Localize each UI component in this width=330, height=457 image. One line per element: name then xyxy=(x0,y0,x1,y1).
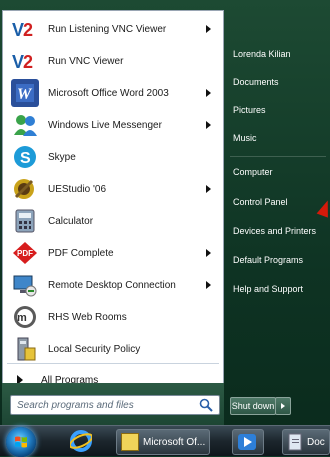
submenu-arrow-icon xyxy=(206,281,211,289)
right-item-label: Control Panel xyxy=(233,197,288,207)
computer-link[interactable]: Computer xyxy=(224,161,330,183)
skype-icon: S xyxy=(11,143,39,171)
program-pdf-complete[interactable]: PDF PDF Complete xyxy=(3,237,223,269)
right-item-label: Music xyxy=(233,133,257,143)
program-label: UEStudio '06 xyxy=(48,183,107,195)
program-remote-desktop-connection[interactable]: Remote Desktop Connection xyxy=(3,269,223,301)
svg-text:m: m xyxy=(17,312,27,324)
right-item-label: Computer xyxy=(233,167,273,177)
program-local-security-policy[interactable]: Local Security Policy xyxy=(3,333,223,365)
right-item-label: Lorenda Kilian xyxy=(233,49,291,59)
right-item-label: Devices and Printers xyxy=(233,226,317,236)
shutdown-options-button[interactable] xyxy=(275,397,291,415)
submenu-arrow-icon xyxy=(206,185,211,193)
word-icon: W xyxy=(11,79,39,107)
shutdown-button[interactable]: Shut down xyxy=(230,397,276,415)
svg-text:W: W xyxy=(17,86,33,103)
uestudio-icon xyxy=(11,175,39,203)
program-label: Windows Live Messenger xyxy=(48,119,162,131)
program-uestudio-06[interactable]: UEStudio '06 xyxy=(3,173,223,205)
program-rhs-web-rooms[interactable]: m RHS Web Rooms xyxy=(3,301,223,333)
word-document-icon xyxy=(121,433,139,451)
divider xyxy=(230,156,326,157)
start-button[interactable] xyxy=(6,427,36,457)
submenu-arrow-icon xyxy=(206,121,211,129)
search-input[interactable] xyxy=(15,397,199,413)
default-programs-link[interactable]: Default Programs xyxy=(224,249,330,271)
right-item-label: Documents xyxy=(233,77,279,87)
document-icon xyxy=(288,433,302,451)
search-icon[interactable] xyxy=(199,398,213,412)
right-item-label: Pictures xyxy=(233,105,266,115)
program-microsoft-office-word-2003[interactable]: W Microsoft Office Word 2003 xyxy=(3,77,223,109)
program-calculator[interactable]: Calculator xyxy=(3,205,223,237)
user-folder-link[interactable]: Lorenda Kilian xyxy=(224,43,330,65)
divider xyxy=(7,363,219,364)
media-player-icon xyxy=(238,434,256,450)
remote-desktop-icon xyxy=(11,271,39,299)
windows-logo-icon xyxy=(15,436,27,448)
program-label: PDF Complete xyxy=(48,247,114,259)
program-label: Calculator xyxy=(48,215,94,227)
right-item-label: Help and Support xyxy=(233,284,304,294)
taskbar: Microsoft Of... Doc xyxy=(0,425,330,457)
taskbar-button-label: Doc xyxy=(307,436,325,448)
taskbar-button-word[interactable]: Microsoft Of... xyxy=(116,429,210,455)
program-run-vnc-viewer[interactable]: V2 Run VNC Viewer xyxy=(3,45,223,77)
taskbar-button-label: Microsoft Of... xyxy=(143,436,206,448)
svg-text:PDF: PDF xyxy=(17,249,33,258)
internet-explorer-pinned-icon[interactable] xyxy=(66,429,96,453)
search-area xyxy=(2,383,224,425)
vnc-icon: V2 xyxy=(11,15,39,43)
program-label: Local Security Policy xyxy=(48,343,141,355)
svg-text:2: 2 xyxy=(23,20,33,39)
program-windows-live-messenger[interactable]: Windows Live Messenger xyxy=(3,109,223,141)
pictures-link[interactable]: Pictures xyxy=(224,99,330,121)
search-box[interactable] xyxy=(10,395,220,415)
web-rooms-icon: m xyxy=(11,303,39,331)
program-label: RHS Web Rooms xyxy=(48,311,127,323)
messenger-icon xyxy=(11,111,39,139)
program-label: Run Listening VNC Viewer xyxy=(48,23,167,35)
program-label: Run VNC Viewer xyxy=(48,55,124,67)
start-menu: V2 Run Listening VNC Viewer V2 Run VNC V… xyxy=(0,0,330,425)
program-label: Skype xyxy=(48,151,76,163)
taskbar-button-document[interactable]: Doc xyxy=(282,429,330,455)
submenu-arrow-icon xyxy=(206,25,211,33)
devices-and-printers-link[interactable]: Devices and Printers xyxy=(224,220,330,242)
vnc-icon: V2 xyxy=(11,47,39,75)
right-pane: Lorenda Kilian Documents Pictures Music … xyxy=(224,30,330,410)
security-policy-icon xyxy=(11,335,39,363)
calculator-icon xyxy=(11,207,39,235)
taskbar-button-media[interactable] xyxy=(232,429,264,455)
program-label: Microsoft Office Word 2003 xyxy=(48,87,169,99)
program-skype[interactable]: S Skype xyxy=(3,141,223,173)
control-panel-link[interactable]: Control Panel xyxy=(224,191,330,213)
documents-link[interactable]: Documents xyxy=(224,71,330,93)
pdf-icon: PDF xyxy=(11,239,39,267)
program-label: Remote Desktop Connection xyxy=(48,279,176,291)
help-and-support-link[interactable]: Help and Support xyxy=(224,278,330,300)
program-run-listening-vnc-viewer[interactable]: V2 Run Listening VNC Viewer xyxy=(3,13,223,45)
svg-text:S: S xyxy=(20,150,31,167)
chevron-right-icon xyxy=(281,403,285,409)
submenu-arrow-icon xyxy=(206,249,211,257)
programs-pane: V2 Run Listening VNC Viewer V2 Run VNC V… xyxy=(2,10,224,386)
svg-text:2: 2 xyxy=(23,52,33,71)
submenu-arrow-icon xyxy=(206,89,211,97)
right-item-label: Default Programs xyxy=(233,255,304,265)
music-link[interactable]: Music xyxy=(224,127,330,149)
